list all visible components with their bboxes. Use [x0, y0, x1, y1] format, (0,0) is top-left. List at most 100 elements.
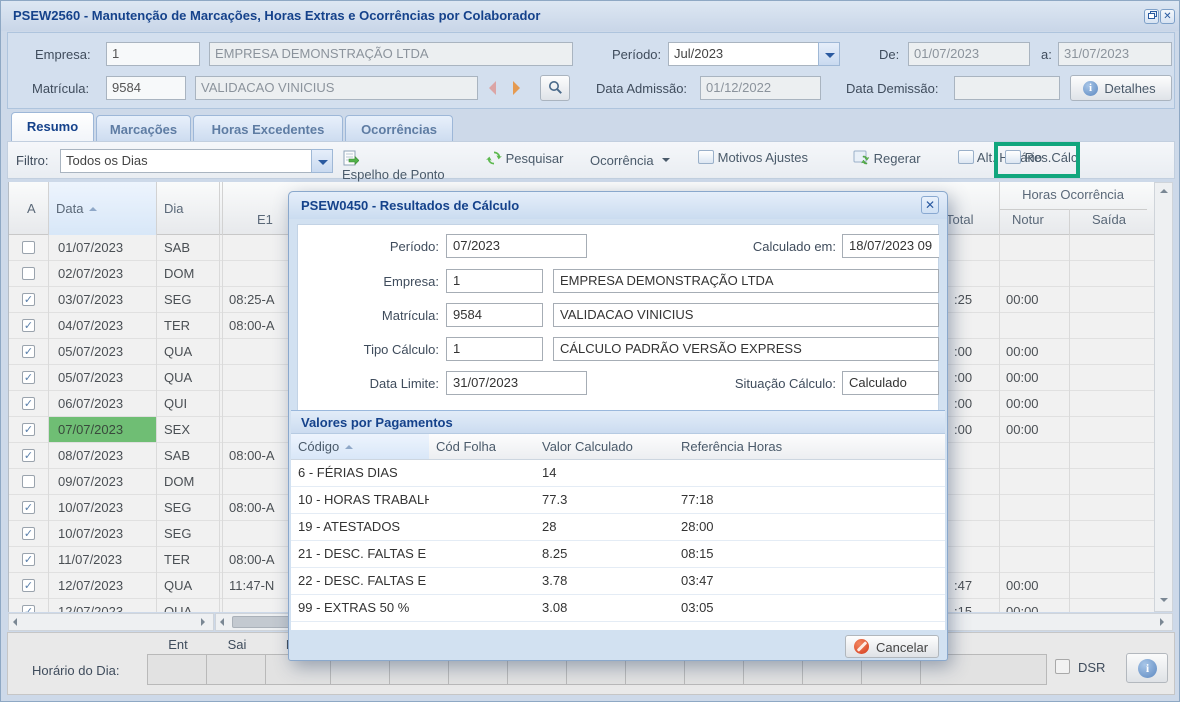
cell-valor-calculado: 28	[535, 514, 674, 540]
cell-referencia-horas: 08:15	[674, 541, 802, 567]
detalhes-button[interactable]: i Detalhes	[1070, 75, 1172, 101]
col-header-notur[interactable]: Notur	[1012, 212, 1044, 227]
periodo-combo[interactable]: Jul/2023	[668, 42, 819, 66]
cell-codigo: 99 - EXTRAS 50 %	[291, 595, 429, 621]
col-header-dia[interactable]: Dia	[164, 201, 184, 216]
previous-record-icon[interactable]	[489, 81, 496, 95]
scroll-left-icon[interactable]	[13, 618, 17, 626]
row-checkbox[interactable]	[22, 319, 35, 332]
col-header-codigo[interactable]: Código	[291, 434, 429, 460]
res-calc-label: Res.Cálc	[1025, 150, 1078, 165]
modal-tipo-calculo-code-field: 1	[446, 337, 543, 361]
table-row[interactable]: 6 - FÉRIAS DIAS 14	[291, 460, 945, 487]
row-checkbox[interactable]	[22, 527, 35, 540]
cell-saida	[1069, 365, 1154, 390]
row-checkbox[interactable]	[22, 579, 35, 592]
table-row[interactable]: 22 - DESC. FALTAS E AT... 3.78 03:47	[291, 568, 945, 595]
col-header-saida[interactable]: Saída	[1092, 212, 1126, 227]
modal-empresa-label: Empresa:	[309, 274, 439, 289]
row-checkbox[interactable]	[22, 553, 35, 566]
cell-notur	[999, 313, 1069, 338]
scroll-right-icon[interactable]	[201, 618, 205, 626]
scroll-left-icon[interactable]	[220, 618, 224, 626]
restore-window-button[interactable]	[1144, 9, 1159, 24]
cancelar-button[interactable]: Cancelar	[845, 635, 939, 658]
header-panel: Empresa: 1 EMPRESA DEMONSTRAÇÃO LTDA Per…	[7, 32, 1175, 109]
row-checkbox[interactable]	[22, 605, 35, 612]
scroll-right-icon[interactable]	[1160, 618, 1164, 626]
modal-matricula-label: Matrícula:	[309, 308, 439, 323]
filtro-combo[interactable]: Todos os Dias	[60, 149, 312, 173]
row-checkbox[interactable]	[22, 501, 35, 514]
motivos-ajustes-label: Motivos Ajustes	[718, 150, 808, 165]
scroll-up-icon[interactable]	[1160, 189, 1168, 193]
row-checkbox[interactable]	[22, 241, 35, 254]
cell-dia: DOM	[156, 469, 219, 494]
row-checkbox[interactable]	[22, 397, 35, 410]
col-header-cod-folha[interactable]: Cód Folha	[429, 434, 535, 460]
vertical-scrollbar[interactable]	[1154, 182, 1173, 612]
tab-horas-excedentes[interactable]: Horas Excedentes	[193, 115, 343, 141]
periodo-combo-arrow[interactable]	[818, 42, 840, 66]
left-pane-hscrollbar[interactable]	[8, 613, 214, 631]
close-window-button[interactable]: ✕	[1160, 9, 1175, 24]
cancel-icon	[854, 639, 869, 654]
tab-marcacoes[interactable]: Marcações	[96, 115, 191, 141]
col-header-total[interactable]: Total	[946, 212, 973, 227]
next-record-icon[interactable]	[513, 81, 520, 95]
row-checkbox[interactable]	[22, 449, 35, 462]
cell-codigo: 19 - ATESTADOS	[291, 514, 429, 540]
info-button[interactable]: i	[1126, 653, 1168, 683]
tab-resumo[interactable]: Resumo	[11, 112, 94, 141]
row-checkbox[interactable]	[22, 423, 35, 436]
cell-cod-folha	[429, 487, 535, 513]
table-row[interactable]: 19 - ATESTADOS 28 28:00	[291, 514, 945, 541]
row-checkbox[interactable]	[22, 475, 35, 488]
res-calc-button[interactable]: Res.Cálc	[1005, 150, 1085, 172]
col-header-e1[interactable]: E1	[257, 212, 273, 227]
empresa-code-field[interactable]: 1	[106, 42, 200, 66]
search-employee-button[interactable]	[540, 75, 570, 101]
table-row[interactable]: 21 - DESC. FALTAS E AT... 8.25 08:15	[291, 541, 945, 568]
col-header-a[interactable]: A	[27, 201, 36, 216]
cell-saida	[1069, 313, 1154, 338]
horario-slot[interactable]	[206, 654, 266, 685]
cell-notur: 00:00	[999, 599, 1069, 612]
cell-data: 01/07/2023	[48, 235, 156, 260]
row-checkbox[interactable]	[22, 371, 35, 384]
motivos-ajustes-button[interactable]: Motivos Ajustes	[698, 150, 828, 172]
cell-data: 05/07/2023	[48, 339, 156, 364]
row-checkbox[interactable]	[22, 293, 35, 306]
pesquisar-button[interactable]: Pesquisar	[486, 150, 576, 172]
col-header-valor-calculado[interactable]: Valor Calculado	[535, 434, 674, 460]
row-checkbox[interactable]	[22, 345, 35, 358]
cell-cod-folha	[429, 541, 535, 567]
horario-slot[interactable]	[147, 654, 207, 685]
table-row[interactable]: 99 - EXTRAS 50 % 3.08 03:05	[291, 595, 945, 622]
dsr-checkbox[interactable]	[1055, 659, 1070, 674]
col-header-referencia-horas[interactable]: Referência Horas	[674, 434, 802, 460]
regerar-button[interactable]: Regerar	[853, 150, 933, 172]
modal-close-button[interactable]: ✕	[921, 196, 939, 214]
col-header-data[interactable]: Data	[56, 201, 97, 216]
cell-codigo: 22 - DESC. FALTAS E AT...	[291, 568, 429, 594]
cell-data: 10/07/2023	[48, 495, 156, 520]
filtro-combo-arrow[interactable]	[311, 149, 333, 173]
modal-tipo-calculo-name-field: CÁLCULO PADRÃO VERSÃO EXPRESS	[553, 337, 939, 361]
row-checkbox[interactable]	[22, 267, 35, 280]
espelho-de-ponto-button[interactable]: Espelho de Ponto	[342, 150, 462, 172]
table-row[interactable]: 10 - HORAS TRABALHA... 77.3 77:18	[291, 487, 945, 514]
cell-valor-calculado: 14	[535, 460, 674, 486]
cell-dia: SAB	[156, 443, 219, 468]
ocorrencia-menu-button[interactable]: Ocorrência	[590, 153, 670, 175]
matricula-code-field[interactable]: 9584	[106, 76, 186, 100]
report-export-icon	[342, 150, 359, 167]
modal-periodo-label: Período:	[309, 239, 439, 254]
scroll-down-icon[interactable]	[1160, 598, 1168, 602]
detalhes-label: Detalhes	[1104, 81, 1155, 96]
group-header-horas-ocorrencia: Horas Ocorrência	[999, 187, 1147, 202]
section-title: Valores por Pagamentos	[301, 415, 453, 430]
cell-dia: QUA	[156, 599, 219, 612]
tab-ocorrencias[interactable]: Ocorrências	[345, 115, 453, 141]
chevron-down-icon	[662, 158, 670, 166]
